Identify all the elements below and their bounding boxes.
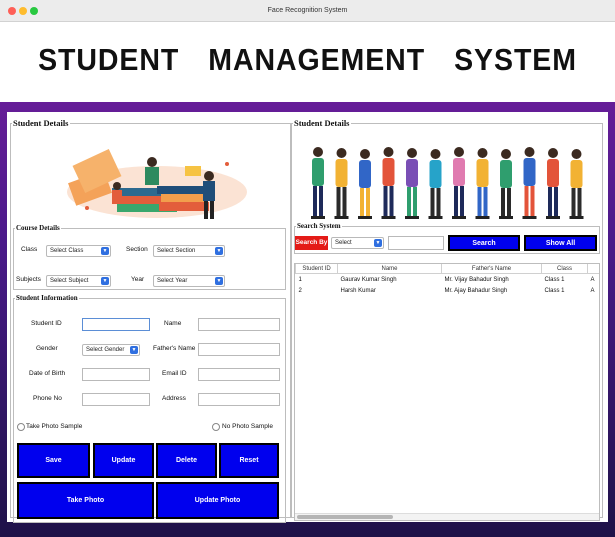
chevron-down-icon: ▼ — [130, 346, 138, 354]
column-header[interactable]: Name — [337, 264, 442, 274]
students-books-illustration — [67, 148, 247, 219]
student-id-input[interactable] — [82, 318, 150, 331]
right-panel-title: Student Details — [294, 118, 350, 128]
left-panel-title: Student Details — [13, 118, 69, 128]
no-photo-sample-radio[interactable] — [212, 423, 220, 431]
section-select-value: Select Section — [157, 248, 196, 254]
search-by-select-value: Select — [335, 240, 352, 246]
address-input[interactable] — [198, 393, 280, 406]
dob-input[interactable] — [82, 368, 150, 381]
table-cell: Class 1 — [544, 276, 565, 283]
chevron-down-icon: ▼ — [101, 277, 109, 285]
table-cell: Harsh Kumar — [340, 287, 376, 294]
table-cell: A — [590, 287, 595, 294]
chevron-down-icon: ▼ — [374, 239, 382, 247]
show-all-button[interactable]: Show All — [524, 235, 597, 251]
subjects-select[interactable]: Select Subject ▼ — [46, 275, 111, 287]
gender-label: Gender — [36, 345, 58, 352]
table-row[interactable]: 1 Gaurav Kumar Singh Mr. Vijay Bahadur Sin… — [296, 274, 600, 286]
search-by-select[interactable]: Select ▼ — [331, 237, 384, 249]
table-cell: A — [590, 276, 595, 283]
chevron-down-icon: ▼ — [101, 247, 109, 255]
section-select[interactable]: Select Section ▼ — [153, 245, 225, 257]
take-photo-sample-label: Take Photo Sample — [26, 423, 83, 430]
people-group-illustration — [311, 147, 584, 219]
table-cell: Class 1 — [544, 287, 565, 294]
update-button[interactable]: Update — [93, 443, 154, 478]
table-cell: 1 — [298, 276, 302, 283]
year-select[interactable]: Select Year ▼ — [153, 275, 225, 287]
column-header[interactable]: Father's Name — [441, 264, 542, 274]
table-row[interactable]: 2 Harsh Kumar Mr. Ajay Bahadur Singh Class … — [296, 285, 600, 296]
table-body: 1 Gaurav Kumar Singh Mr. Vijay Bahadur Sin… — [296, 274, 600, 297]
class-select-value: Select Class — [50, 248, 84, 254]
table-cell: Gaurav Kumar Singh — [340, 276, 397, 283]
phone-label: Phone No — [33, 395, 62, 402]
subjects-label: Subjects — [16, 276, 41, 283]
gender-select-value: Select Gender — [86, 347, 125, 353]
take-photo-sample-radio[interactable] — [17, 423, 25, 431]
email-label: Email ID — [162, 370, 187, 377]
window-titlebar: Face Recognition System — [0, 0, 615, 22]
class-label: Class — [21, 246, 38, 253]
save-button[interactable]: Save — [17, 443, 90, 478]
horizontal-scrollbar[interactable] — [295, 513, 599, 520]
scrollbar-thumb[interactable] — [297, 515, 393, 519]
reset-button[interactable]: Reset — [219, 443, 279, 478]
column-header[interactable]: Student ID — [295, 264, 338, 274]
phone-input[interactable] — [82, 393, 150, 406]
column-header[interactable] — [587, 264, 599, 274]
students-table-grid: Student ID Name Father's Name Class 1 Gaurav… — [295, 264, 600, 297]
name-label: Name — [164, 320, 182, 327]
chevron-down-icon: ▼ — [215, 247, 223, 255]
search-system-title: Search System — [297, 222, 341, 230]
course-details-panel: Course Details Class Select Class ▼ Sect… — [13, 224, 286, 290]
table-cell: Mr. Ajay Bahadur Singh — [444, 287, 508, 294]
search-system-panel: Search System Search By Select ▼ Search … — [294, 222, 600, 254]
app-title: STUDENT MANAGEMENT SYSTEM — [38, 42, 577, 77]
name-input[interactable] — [198, 318, 280, 331]
column-header[interactable]: Class — [541, 264, 588, 274]
gender-select[interactable]: Select Gender ▼ — [82, 344, 140, 356]
year-select-value: Select Year — [157, 278, 188, 284]
student-info-title: Student Information — [16, 294, 78, 302]
email-input[interactable] — [198, 368, 280, 381]
class-select[interactable]: Select Class ▼ — [46, 245, 111, 257]
student-info-panel: Student Information Student ID Name Gend… — [13, 294, 286, 523]
chevron-down-icon: ▼ — [215, 277, 223, 285]
search-button[interactable]: Search — [448, 235, 520, 251]
fathers-name-input[interactable] — [198, 343, 280, 356]
take-photo-button[interactable]: Take Photo — [17, 482, 154, 519]
main-frame: Student Details Course Details Class Sel… — [7, 112, 608, 523]
window-title: Face Recognition System — [267, 7, 348, 14]
update-photo-button[interactable]: Update Photo — [156, 482, 279, 519]
table-cell: Mr. Vijay Bahadur Singh — [444, 276, 509, 283]
search-by-label: Search By — [295, 236, 328, 250]
table-cell: 2 — [298, 287, 302, 294]
app-header: STUDENT MANAGEMENT SYSTEM — [0, 22, 615, 102]
fathers-name-label: Father's Name — [153, 345, 196, 352]
students-table[interactable]: Student ID Name Father's Name Class 1 Gaurav… — [294, 263, 600, 521]
right-panel: Student Details Search System Search By … — [291, 118, 603, 521]
subjects-select-value: Select Subject — [50, 278, 89, 284]
address-label: Address — [162, 395, 186, 402]
section-label: Section — [126, 246, 148, 253]
dob-label: Date of Birth — [29, 370, 66, 377]
left-panel: Student Details Course Details Class Sel… — [10, 118, 291, 523]
search-input[interactable] — [388, 236, 444, 250]
year-label: Year — [131, 276, 145, 283]
delete-button[interactable]: Delete — [156, 443, 217, 478]
no-photo-sample-label: No Photo Sample — [222, 423, 273, 430]
table-header-row: Student ID Name Father's Name Class — [295, 264, 599, 274]
course-details-title: Course Details — [16, 224, 60, 232]
student-id-label: Student ID — [31, 320, 62, 327]
